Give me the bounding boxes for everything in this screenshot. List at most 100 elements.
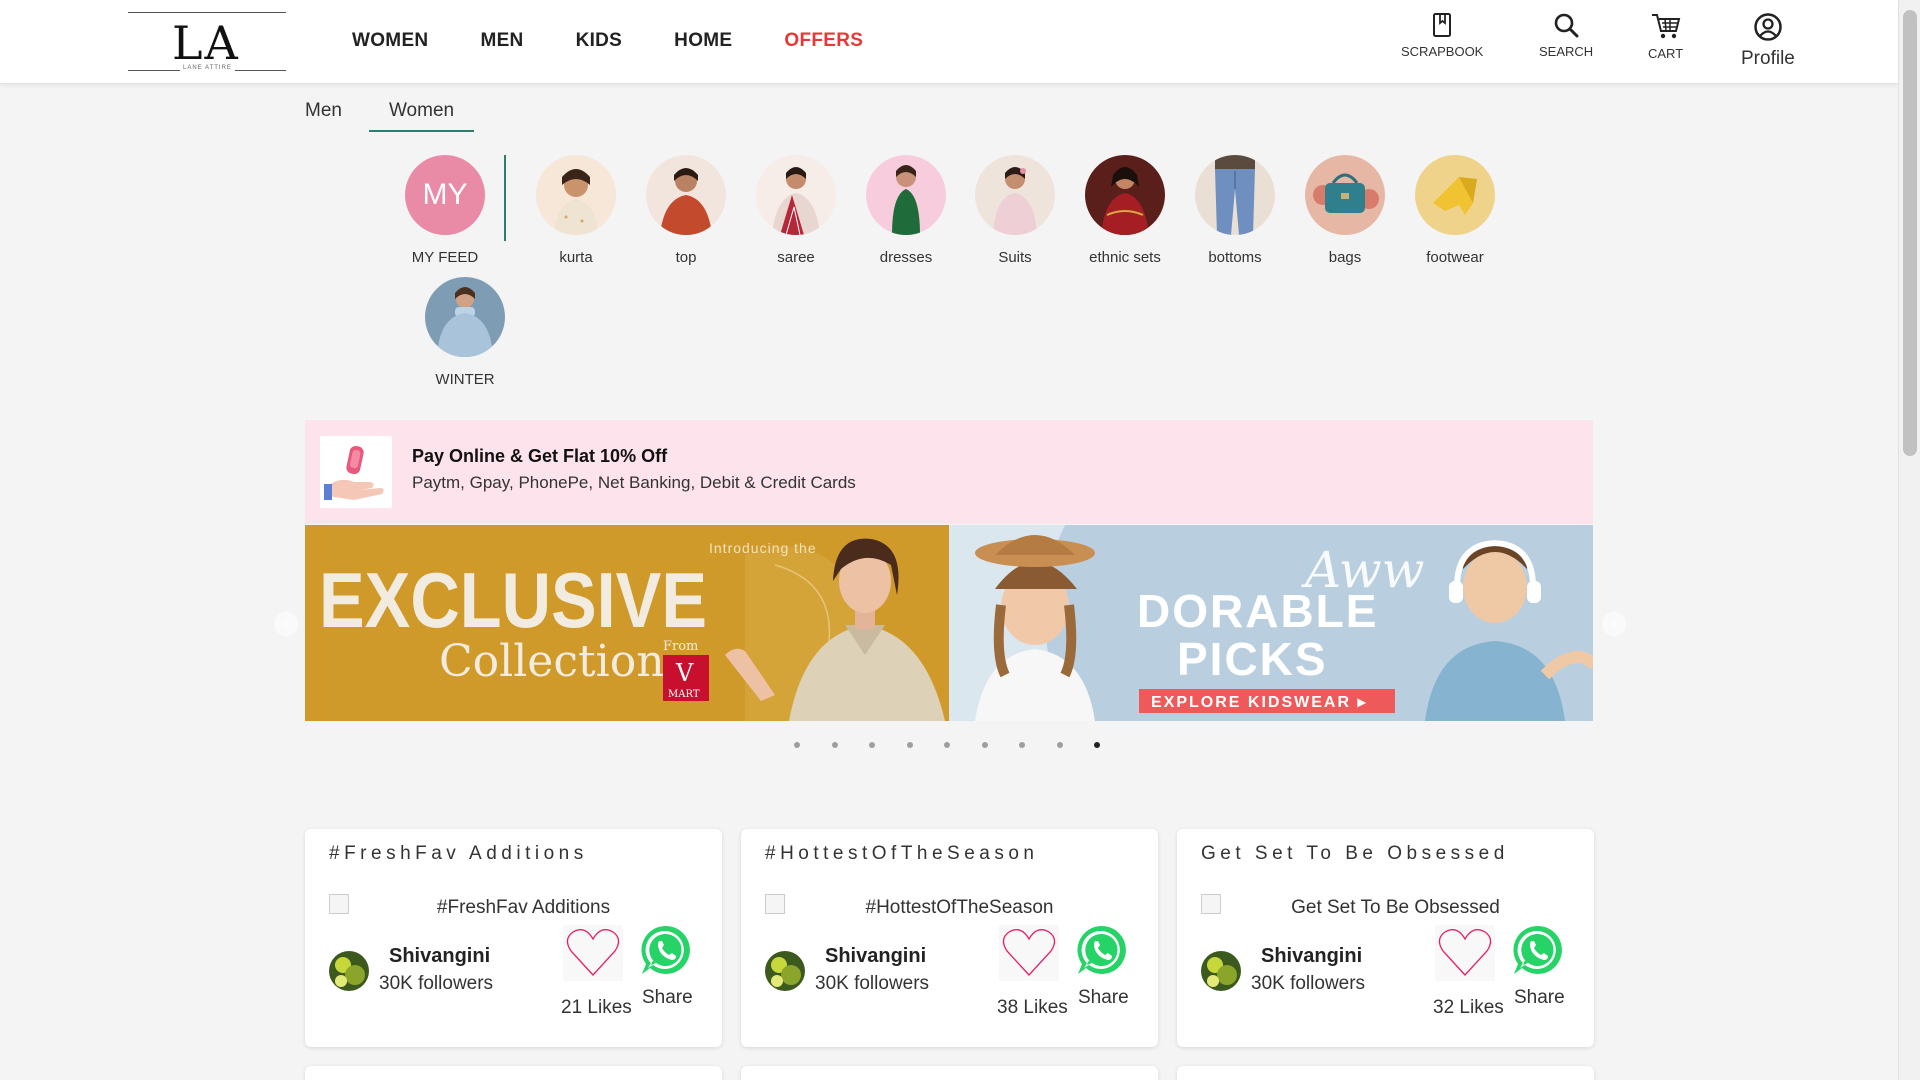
cart-icon — [1651, 14, 1680, 39]
category-label: bottoms — [1208, 249, 1262, 266]
cart-button[interactable]: CART — [1648, 12, 1683, 61]
category-my-feed[interactable]: MY MY FEED — [390, 155, 500, 266]
collection-card[interactable]: Get Set To Be Obsessed Get Set To Be Obs… — [1177, 829, 1594, 1047]
my-feed-avatar: MY — [405, 155, 485, 235]
page-scrollbar[interactable] — [1898, 0, 1920, 1080]
carousel-dot[interactable] — [1019, 742, 1025, 748]
category-winter[interactable]: WINTER — [410, 277, 520, 388]
banner-dorable-text: DORABLE — [1137, 585, 1378, 637]
carousel-next-button[interactable]: › — [1602, 612, 1626, 636]
avatar[interactable] — [1201, 951, 1241, 991]
heart-icon[interactable] — [563, 925, 623, 981]
carousel-dot[interactable] — [981, 742, 988, 748]
scrapbook-button[interactable]: SCRAPBOOK — [1401, 12, 1483, 59]
brand-logo[interactable]: LA LANE ATTIRE — [128, 10, 286, 74]
collection-card-peek[interactable] — [1177, 1066, 1594, 1080]
tab-women[interactable]: Women — [368, 96, 475, 132]
footwear-thumbnail — [1415, 155, 1495, 235]
category-label: dresses — [879, 249, 933, 266]
pay-online-offer-banner[interactable]: Pay Online & Get Flat 10% Off Paytm, Gpa… — [305, 420, 1593, 524]
collection-card-peek[interactable] — [741, 1066, 1158, 1080]
card-image-alt: #FreshFav Additions — [436, 897, 611, 918]
nav-home[interactable]: HOME — [674, 30, 732, 52]
explore-kidswear-cta[interactable]: EXPLORE KIDSWEAR ▸ — [1139, 689, 1395, 713]
category-label: ethnic sets — [1089, 249, 1161, 266]
category-bottoms[interactable]: bottoms — [1180, 155, 1290, 266]
carousel-dots — [794, 742, 1100, 748]
offer-subtitle: Paytm, Gpay, PhonePe, Net Banking, Debit… — [412, 473, 856, 492]
phone-hand-icon — [324, 445, 384, 500]
whatsapp-icon[interactable] — [1510, 922, 1566, 978]
logo-tagline: LANE ATTIRE — [180, 65, 235, 71]
category-kurta[interactable]: kurta — [521, 155, 631, 266]
category-divider — [504, 155, 506, 241]
vmart-v: V — [675, 659, 694, 687]
vmart-mart: MART — [668, 689, 700, 700]
chevron-left-icon: ‹ — [283, 615, 289, 632]
promo-carousel[interactable]: Introducing the EXCLUSIVE Collection Fro… — [305, 525, 1593, 721]
card-image-alt: #HottestOfTheSeason — [865, 897, 1054, 918]
category-suits[interactable]: Suits — [960, 155, 1070, 266]
like-count: 38 Likes — [997, 997, 1068, 1018]
category-label: top — [675, 249, 697, 266]
vmart-logo: V MART — [663, 655, 709, 701]
heart-icon[interactable] — [1435, 925, 1495, 981]
collection-card-peek[interactable] — [305, 1066, 722, 1080]
cart-label: CART — [1648, 46, 1684, 61]
scrollbar-thumb[interactable] — [1903, 10, 1917, 456]
tab-men[interactable]: Men — [296, 96, 351, 132]
carousel-dot[interactable] — [1056, 742, 1063, 748]
share-label[interactable]: Share — [1078, 987, 1129, 1009]
profile-button[interactable]: Profile — [1741, 12, 1795, 70]
follower-count: 30K followers — [379, 973, 494, 994]
curator-name[interactable]: Shivangini — [825, 945, 926, 968]
category-ethnic-sets[interactable]: ethnic sets — [1070, 155, 1180, 266]
nav-men[interactable]: MEN — [480, 30, 523, 52]
card-title: Get Set To Be Obsessed — [1201, 843, 1509, 864]
carousel-dot[interactable] — [869, 742, 875, 748]
nav-kids[interactable]: KIDS — [576, 30, 623, 52]
category-dresses[interactable]: dresses — [851, 155, 961, 266]
card-image-alt: Get Set To Be Obsessed — [1291, 897, 1500, 918]
category-label: bags — [1328, 249, 1362, 266]
carousel-dot[interactable] — [906, 742, 913, 748]
search-label: SEARCH — [1539, 44, 1594, 59]
carousel-dot[interactable] — [831, 742, 838, 748]
whatsapp-icon[interactable] — [638, 922, 694, 978]
banner-picks-text: PICKS — [1177, 633, 1328, 685]
nav-women[interactable]: WOMEN — [352, 30, 428, 52]
payment-illustration — [320, 436, 392, 508]
exclusive-collection-slide[interactable]: Introducing the EXCLUSIVE Collection Fro… — [305, 525, 949, 721]
like-count: 32 Likes — [1433, 997, 1504, 1018]
share-label[interactable]: Share — [1514, 987, 1565, 1009]
kidswear-slide[interactable]: Aww DORABLE PICKS EXPLORE KIDSWEAR ▸ — [949, 525, 1593, 721]
curator-name[interactable]: Shivangini — [1261, 945, 1362, 968]
category-saree[interactable]: saree — [741, 155, 851, 266]
carousel-prev-button[interactable]: ‹ — [274, 612, 298, 636]
curator-name[interactable]: Shivangini — [389, 945, 490, 968]
category-label: footwear — [1426, 249, 1484, 266]
search-icon — [1554, 13, 1579, 38]
category-label: kurta — [559, 249, 593, 266]
carousel-dot-active[interactable] — [1094, 742, 1100, 748]
nav-offers[interactable]: OFFERS — [784, 30, 863, 52]
avatar[interactable] — [329, 951, 369, 991]
banner-headline: EXCLUSIVE — [319, 556, 707, 644]
card-title: #FreshFav Additions — [329, 843, 588, 864]
carousel-dot[interactable] — [794, 742, 800, 748]
category-bags[interactable]: bags — [1290, 155, 1400, 266]
category-footwear[interactable]: footwear — [1400, 155, 1510, 266]
explore-kidswear-label: EXPLORE KIDSWEAR ▸ — [1151, 694, 1368, 711]
collection-card[interactable]: #FreshFav Additions #FreshFav Additions … — [305, 829, 722, 1047]
whatsapp-icon[interactable] — [1074, 922, 1130, 978]
avatar[interactable] — [765, 951, 805, 991]
dresses-thumbnail — [866, 155, 946, 235]
share-label[interactable]: Share — [642, 987, 693, 1009]
heart-icon[interactable] — [999, 925, 1059, 981]
category-label: Suits — [998, 249, 1032, 266]
saree-thumbnail — [756, 155, 836, 235]
search-button[interactable]: SEARCH — [1539, 12, 1593, 59]
collection-card[interactable]: #HottestOfTheSeason #HottestOfTheSeason … — [741, 829, 1158, 1047]
carousel-dot[interactable] — [944, 742, 950, 748]
category-top[interactable]: top — [631, 155, 741, 266]
